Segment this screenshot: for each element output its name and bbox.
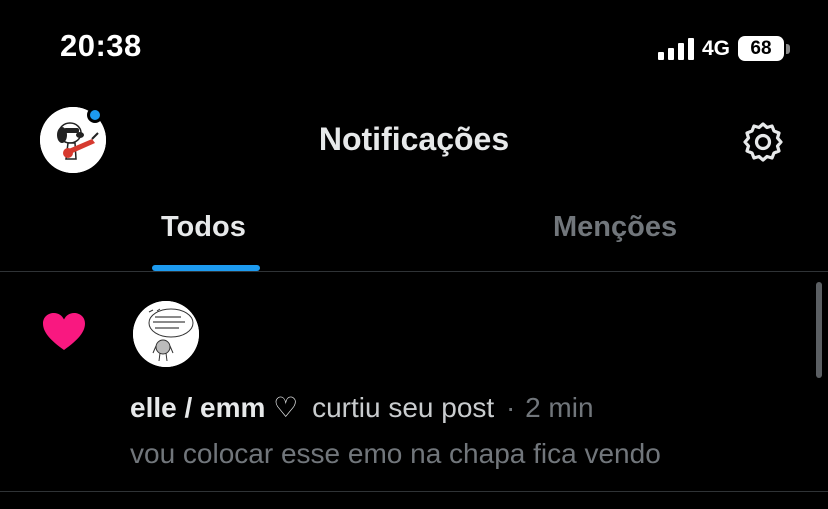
- user-avatar[interactable]: [133, 301, 199, 367]
- battery-level: 68: [738, 36, 784, 61]
- scrollbar[interactable]: [816, 282, 822, 378]
- network-type: 4G: [701, 36, 730, 60]
- comic-avatar-icon: [133, 301, 199, 367]
- row-divider: [0, 491, 828, 492]
- tabs-divider: [0, 271, 828, 272]
- tab-mencoes[interactable]: Menções: [553, 211, 677, 244]
- signal-icon: [657, 37, 694, 60]
- status-time: 20:38: [60, 28, 142, 63]
- notification-action: curtiu seu post: [312, 392, 495, 423]
- settings-button[interactable]: [741, 120, 785, 164]
- battery-icon: 68: [738, 36, 790, 61]
- tab-todos[interactable]: Todos: [161, 211, 246, 244]
- notification-summary: elle / emm ♡ curtiu seu post · 2 min: [130, 391, 594, 424]
- post-text: vou colocar esse emo na chapa fica vendo: [130, 438, 661, 469]
- user-name[interactable]: elle / emm ♡: [130, 392, 298, 423]
- notification-time: 2 min: [525, 392, 594, 423]
- heart-icon: [43, 313, 85, 350]
- gear-icon: [743, 122, 783, 162]
- separator-dot: ·: [505, 392, 516, 423]
- status-indicators: 4G 68: [657, 36, 790, 61]
- page-title: Notificações: [318, 121, 510, 157]
